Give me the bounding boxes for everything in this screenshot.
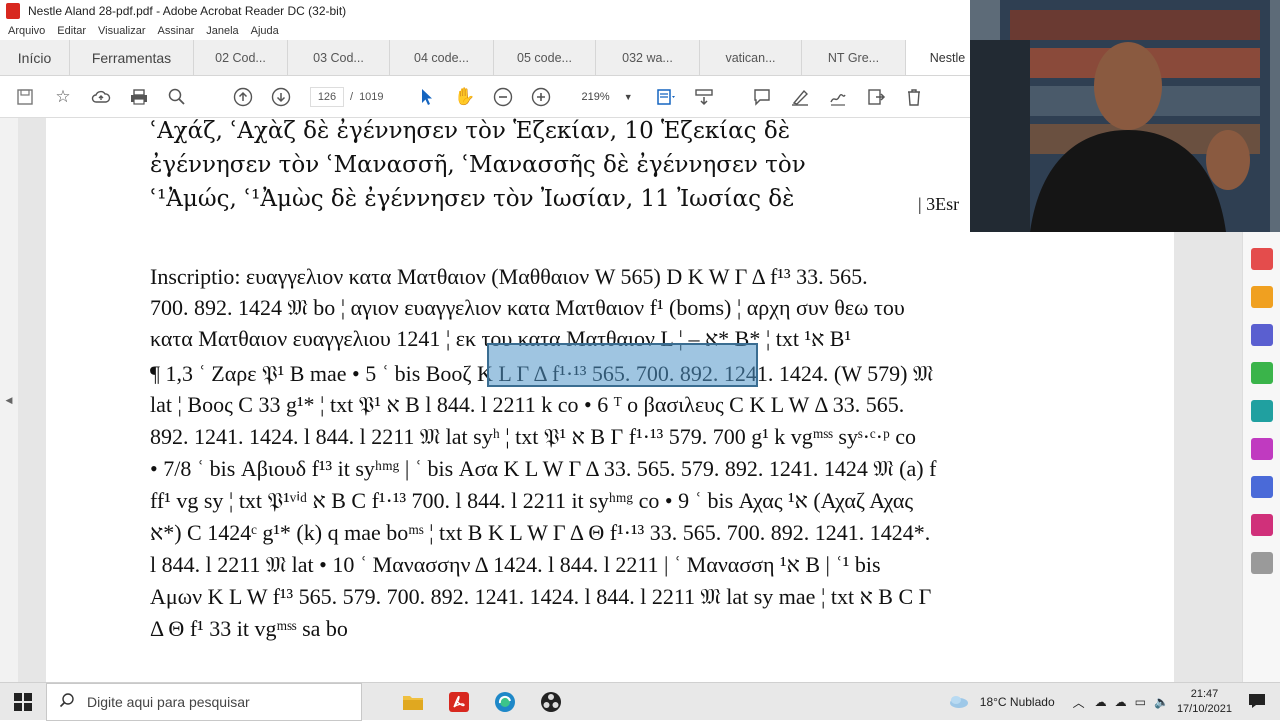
create-pdf-icon[interactable] (1250, 248, 1273, 270)
tab-document[interactable]: 04 code... (390, 40, 494, 75)
zoom-in-icon[interactable] (530, 86, 552, 108)
obs-recorder-icon[interactable] (528, 683, 574, 721)
upload-icon[interactable] (90, 86, 112, 108)
page-down-icon[interactable] (270, 86, 292, 108)
menu-assinar[interactable]: Assinar (158, 25, 195, 37)
left-panel-toggle[interactable]: ◀ (0, 118, 18, 682)
tab-ferramentas[interactable]: Ferramentas (70, 40, 194, 75)
tab-document[interactable]: NT Gre... (802, 40, 906, 75)
acrobat-app-icon (6, 3, 20, 19)
right-tools-panel (1242, 232, 1280, 682)
apparatus-line: Αμων K L W f¹³ 565. 579. 700. 892. 1241.… (150, 584, 932, 609)
apparatus-line: Inscriptio: ευαγγελιον κατα Ματθαιον (Μα… (150, 264, 868, 289)
organize-pages-icon[interactable] (1250, 362, 1273, 384)
chevron-down-icon: ▼ (623, 91, 633, 102)
tab-document[interactable]: 03 Cod... (288, 40, 390, 75)
display-icon[interactable]: ▭ (1135, 695, 1146, 709)
print-icon[interactable] (128, 86, 150, 108)
save-icon[interactable] (14, 86, 36, 108)
tab-document[interactable]: vatican... (700, 40, 802, 75)
page-number-input[interactable]: 126 (310, 86, 344, 107)
taskbar-search-box[interactable]: Digite aqui para pesquisar (46, 682, 362, 721)
menu-visualizar[interactable]: Visualizar (98, 25, 146, 37)
tab-document[interactable]: 05 code... (494, 40, 596, 75)
page-navigator: 126 / 1019 (310, 86, 384, 107)
menu-arquivo[interactable]: Arquivo (8, 25, 45, 37)
apparatus-line: 700. 892. 1424 𝔐 bo ¦ αγιον ευαγγελιον κ… (150, 295, 905, 320)
acrobat-taskbar-icon[interactable] (436, 683, 482, 721)
fill-sign-icon[interactable] (1250, 438, 1273, 460)
search-zoom-icon[interactable] (166, 86, 188, 108)
menu-editar[interactable]: Editar (57, 25, 86, 37)
apparatus-line: ff¹ vg sy ¦ txt 𝔓¹ᵛⁱᵈ א B C f¹·¹³ 700. l… (150, 488, 914, 513)
delete-icon[interactable] (903, 86, 925, 108)
page-up-icon[interactable] (232, 86, 254, 108)
edge-browser-icon[interactable] (482, 683, 528, 721)
search-icon (59, 692, 75, 711)
scroll-mode-icon[interactable] (693, 86, 715, 108)
file-explorer-icon[interactable] (390, 683, 436, 721)
clock-date: 17/10/2021 (1176, 703, 1232, 715)
zoom-select[interactable]: 219% ▼ (582, 91, 633, 103)
apparatus-line: 892. 1241. 1424. l 844. l 2211 𝔐 lat syʰ… (150, 424, 917, 449)
menu-janela[interactable]: Janela (206, 25, 238, 37)
greek-text-line: ʿ¹Ἀμώς, ʿ¹Ἀμὼς δὲ ἐγέννησεν τὸν Ἰωσίαν, … (150, 186, 795, 212)
system-tray: 18°C Nublado ︿ ☁ ☁ ▭ 🔈 21:47 17/10/2021 (948, 683, 1280, 721)
highlight-pen-icon[interactable] (789, 86, 811, 108)
comment-icon[interactable] (751, 86, 773, 108)
network-icon[interactable]: ☁ (1095, 695, 1107, 709)
webcam-overlay (970, 0, 1280, 232)
marginal-reference: | 3Esr (918, 194, 960, 214)
window-title: Nestle Aland 28-pdf.pdf - Adobe Acrobat … (28, 4, 347, 18)
apparatus-line: lat ¦ Βοος C 33 g¹* ¦ txt 𝔓¹ א B l 844. … (150, 392, 905, 417)
protect-icon[interactable] (1250, 476, 1273, 498)
menu-ajuda[interactable]: Ajuda (251, 25, 279, 37)
apparatus-line: א*) C 1424ᶜ g¹* (k) q mae boᵐˢ ¦ txt B K… (150, 520, 931, 545)
hand-icon[interactable]: ✋ (454, 86, 476, 108)
more-tools-icon[interactable] (1250, 514, 1273, 536)
sign-icon[interactable] (827, 86, 849, 108)
tab-inicio[interactable]: Início (0, 40, 70, 75)
clock-time: 21:47 (1190, 688, 1219, 700)
apparatus-line: l 844. l 2211 𝔐 lat • 10 ʿ Μανασσην Δ 14… (150, 552, 881, 577)
notification-icon[interactable] (1248, 693, 1266, 712)
fit-page-icon[interactable] (655, 86, 677, 108)
page-separator: / (350, 90, 354, 103)
volume-icon[interactable]: 🔈 (1154, 695, 1169, 709)
windows-taskbar: Digite aqui para pesquisar 18°C Nublado … (0, 682, 1280, 721)
star-icon[interactable]: ☆ (52, 86, 74, 108)
tab-document[interactable]: 032 wa... (596, 40, 700, 75)
chevron-up-icon[interactable]: ︿ (1073, 694, 1085, 711)
search-placeholder: Digite aqui para pesquisar (87, 693, 250, 710)
weather-text[interactable]: 18°C Nublado (980, 695, 1055, 709)
edit-pdf-icon[interactable] (1250, 286, 1273, 308)
export-icon[interactable] (865, 86, 887, 108)
windows-start-button[interactable] (0, 683, 46, 721)
selection-highlight[interactable] (487, 343, 758, 387)
tab-document[interactable]: 02 Cod... (194, 40, 288, 75)
collapse-panel-icon[interactable] (1250, 552, 1273, 574)
page-total: 1019 (359, 90, 384, 103)
weather-icon[interactable] (948, 693, 970, 712)
clock[interactable]: 21:47 17/10/2021 (1177, 687, 1232, 717)
onedrive-icon[interactable]: ☁ (1115, 695, 1127, 709)
send-review-icon[interactable] (1250, 400, 1273, 422)
greek-text-line: ἐγέννησεν τὸν ʿΜανασσῆ, ʿΜανασσῆς δὲ ἐγέ… (150, 152, 806, 178)
apparatus-line: Δ Θ f¹ 33 it vgᵐˢˢ sa bo (150, 616, 348, 641)
export-pdf-icon[interactable] (1250, 324, 1273, 346)
apparatus-line: • 7/8 ʿ bis Αβιουδ f¹³ it syʰᵐᵍ | ʿ bis … (150, 456, 937, 481)
cursor-icon[interactable] (416, 86, 438, 108)
zoom-value: 219% (581, 90, 610, 103)
zoom-out-icon[interactable] (492, 86, 514, 108)
greek-text-line: ʿΑχάζ, ʿΑχὰζ δὲ ἐγέννησεν τὸν Ἑζεκίαν, 1… (150, 118, 791, 144)
